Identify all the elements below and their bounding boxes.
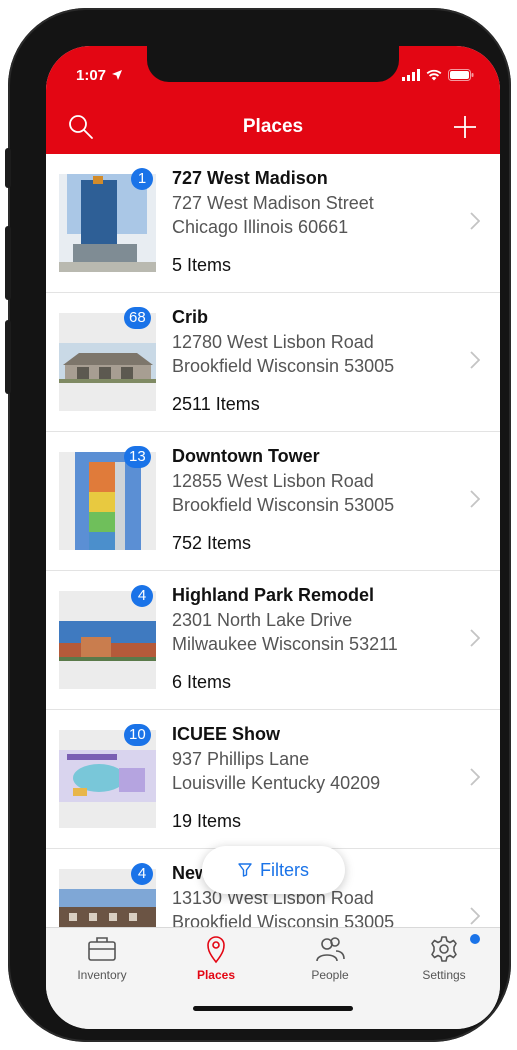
people-icon <box>316 937 345 962</box>
place-name: Crib <box>172 307 208 327</box>
location-pin-icon <box>207 936 225 964</box>
filter-icon <box>238 863 252 877</box>
place-row[interactable]: 1 727 West Madison 727 West Madison Stre… <box>46 154 500 293</box>
places-list: 1 727 West Madison 727 West Madison Stre… <box>46 154 500 927</box>
place-row[interactable]: 10 ICUEE Show 937 Phillips Lane Louisvil… <box>46 710 500 849</box>
tab-label: Inventory <box>77 968 127 982</box>
tab-label: Settings <box>422 968 466 982</box>
notch <box>147 46 399 82</box>
place-row[interactable]: 68 Crib 12780 West Lisbon Road Brookfiel… <box>46 293 500 432</box>
place-name: Highland Park Remodel <box>172 585 375 605</box>
place-item-count: 752 Items <box>172 533 252 553</box>
mute-switch <box>5 148 11 188</box>
signal-icon <box>402 69 420 81</box>
place-address: 727 West Madison Street <box>172 193 374 213</box>
tab-label: People <box>311 968 349 982</box>
wifi-icon <box>426 69 442 81</box>
tab-settings[interactable]: Settings <box>394 934 494 994</box>
place-city: Brookfield Wisconsin 53005 <box>172 495 395 515</box>
place-name: 727 West Madison <box>172 168 328 188</box>
place-item-count: 2511 Items <box>172 394 260 414</box>
gear-icon <box>431 936 457 962</box>
status-time-text: 1:07 <box>76 67 107 84</box>
briefcase-icon <box>88 937 116 961</box>
chevron-right-icon <box>470 907 480 925</box>
place-address: 937 Phillips Lane <box>172 749 310 769</box>
place-city: Brookfield Wisconsin 53005 <box>172 912 395 927</box>
chevron-right-icon <box>470 490 480 508</box>
place-city: Louisville Kentucky 40209 <box>172 773 381 793</box>
place-item-count: 6 Items <box>172 672 232 692</box>
tab-bar: Inventory Places People Settings <box>46 927 500 1029</box>
status-icons <box>402 68 474 82</box>
place-item-count: 19 Items <box>172 811 242 831</box>
filters-label: Filters <box>260 859 309 880</box>
row-badge: 10 <box>124 724 151 746</box>
location-arrow-icon <box>112 70 123 80</box>
tab-inventory[interactable]: Inventory <box>52 934 152 994</box>
place-city: Brookfield Wisconsin 53005 <box>172 356 395 376</box>
tab-label: Places <box>196 968 236 982</box>
tab-people[interactable]: People <box>280 934 380 994</box>
notification-dot <box>470 934 480 944</box>
place-address: 12855 West Lisbon Road <box>172 471 374 491</box>
place-city: Milwaukee Wisconsin 53211 <box>172 634 398 654</box>
row-badge: 13 <box>124 446 151 468</box>
row-badge: 1 <box>131 168 153 190</box>
volume-down-button <box>5 320 11 394</box>
chevron-right-icon <box>470 351 480 369</box>
row-badge: 68 <box>124 307 151 329</box>
home-indicator <box>193 1006 353 1011</box>
chevron-right-icon <box>470 212 480 230</box>
place-row[interactable]: 4 Highland Park Remodel 2301 North Lake … <box>46 571 500 710</box>
status-time: 1:07 <box>76 67 123 84</box>
add-icon[interactable] <box>452 114 478 140</box>
phone-frame: 1:07 Places 1 727 West Madison 727 West … <box>5 8 511 1042</box>
place-city: Chicago Illinois 60661 <box>172 217 349 237</box>
row-badge: 4 <box>131 585 153 607</box>
row-badge: 4 <box>131 863 153 885</box>
chevron-right-icon <box>470 768 480 786</box>
page-title: Places <box>242 116 304 137</box>
place-address: 2301 North Lake Drive <box>172 610 353 630</box>
app-screen: 1:07 Places 1 727 West Madison 727 West … <box>46 46 500 1029</box>
battery-icon <box>448 69 474 81</box>
tab-places[interactable]: Places <box>166 934 266 994</box>
filters-button[interactable]: Filters <box>202 846 345 894</box>
chevron-right-icon <box>470 629 480 647</box>
place-name: Downtown Tower <box>172 446 320 466</box>
place-name: ICUEE Show <box>172 724 281 744</box>
place-row[interactable]: 13 Downtown Tower 12855 West Lisbon Road… <box>46 432 500 571</box>
place-address: 12780 West Lisbon Road <box>172 332 374 352</box>
place-item-count: 5 Items <box>172 255 232 275</box>
volume-up-button <box>5 226 11 300</box>
